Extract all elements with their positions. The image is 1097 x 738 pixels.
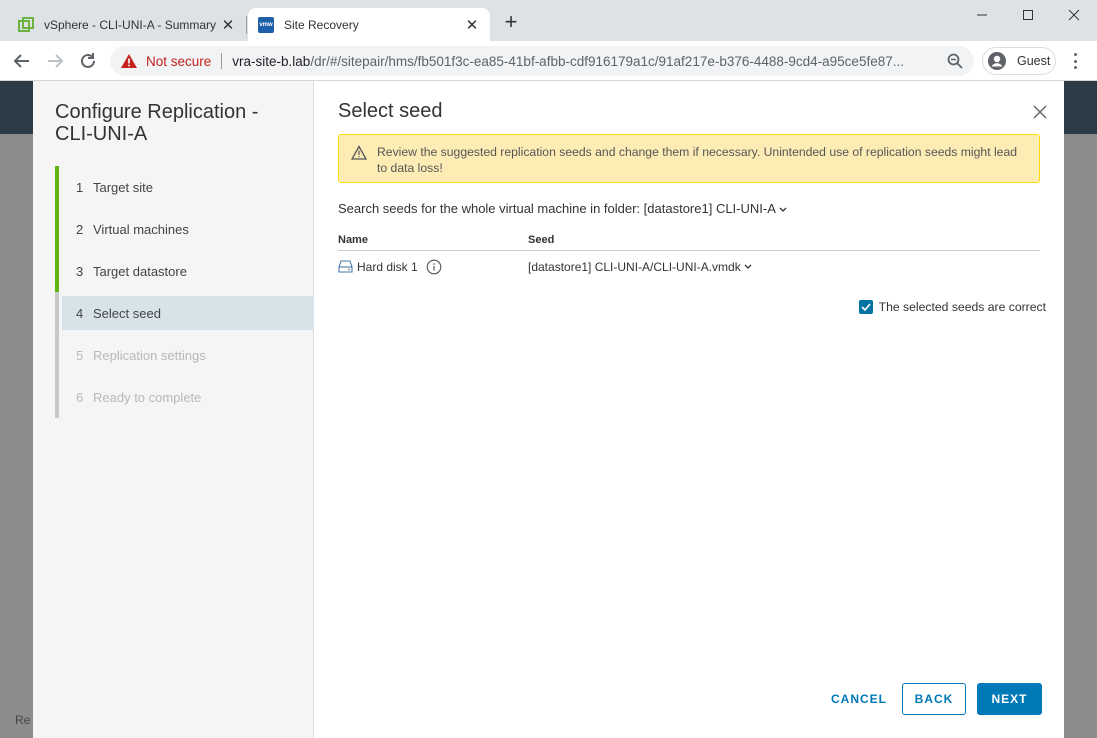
background-partial-text: Re <box>15 713 31 727</box>
search-prefix: Search seeds for the whole virtual machi… <box>338 201 641 216</box>
tab-site-recovery[interactable]: vmw Site Recovery ✕ <box>248 8 490 41</box>
not-secure-label[interactable]: Not secure <box>146 54 211 69</box>
back-arrow-icon[interactable] <box>10 49 34 73</box>
column-header-name: Name <box>338 233 368 246</box>
checkbox-label: The selected seeds are correct <box>878 300 1046 314</box>
wizard-title: Configure Replication - CLI-UNI-A <box>55 101 259 145</box>
next-button[interactable]: NEXT <box>977 683 1042 715</box>
wizard-sidebar: Configure Replication - CLI-UNI-A 1 Targ… <box>33 81 314 738</box>
page-title: Select seed <box>338 100 443 122</box>
browser-toolbar: Not secure vra-site-b.lab /dr/#/sitepair… <box>0 41 1097 81</box>
back-button[interactable]: BACK <box>902 683 966 715</box>
address-bar[interactable]: Not secure vra-site-b.lab /dr/#/sitepair… <box>110 46 974 76</box>
step-target-datastore[interactable]: 3 Target datastore <box>55 250 314 292</box>
table-row: Hard disk 1 [datastore1] CLI-UNI-A/CLI-U… <box>338 251 1040 282</box>
seeds-table: Name Seed Hard disk 1 [datastore1] CLI-U… <box>338 229 1040 282</box>
seeds-correct-checkbox-row[interactable]: The selected seeds are correct <box>846 300 1046 314</box>
alert-text: Review the suggested replication seeds a… <box>377 145 1018 175</box>
column-header-seed: Seed <box>528 233 555 246</box>
window-close-icon[interactable] <box>1051 0 1097 30</box>
step-select-seed[interactable]: 4 Select seed <box>55 292 314 334</box>
seed-value: [datastore1] CLI-UNI-A/CLI-UNI-A.vmdk <box>528 259 741 274</box>
close-tab-icon[interactable]: ✕ <box>464 16 480 34</box>
tab-separator <box>246 16 247 34</box>
folder-dropdown-label: [datastore1] CLI-UNI-A <box>643 201 776 216</box>
forward-arrow-icon[interactable] <box>43 49 67 73</box>
browser-tabstrip: vSphere - CLI-UNI-A - Summary ✕ vmw Site… <box>0 0 1097 41</box>
step-label: Target site <box>93 179 153 195</box>
configure-replication-dialog: Configure Replication - CLI-UNI-A 1 Targ… <box>33 81 1064 738</box>
close-dialog-icon[interactable] <box>1032 104 1048 120</box>
checkmark-icon <box>861 303 871 311</box>
seed-dropdown[interactable]: [datastore1] CLI-UNI-A/CLI-UNI-A.vmdk <box>528 260 1040 274</box>
minimize-icon[interactable] <box>959 0 1005 30</box>
profile-button[interactable]: Guest <box>982 47 1056 75</box>
profile-label: Guest <box>1017 54 1051 68</box>
step-ready-to-complete: 6 Ready to complete <box>55 376 314 418</box>
maximize-icon[interactable] <box>1005 0 1051 30</box>
step-number: 2 <box>76 221 84 237</box>
vsphere-favicon-icon <box>18 16 34 33</box>
favicon-text: vmw <box>259 21 273 28</box>
divider <box>221 53 223 69</box>
table-header: Name Seed <box>338 229 1040 251</box>
cancel-button[interactable]: CANCEL <box>819 683 899 715</box>
warning-icon <box>351 145 367 160</box>
step-label: Target datastore <box>93 263 187 279</box>
new-tab-icon[interactable]: + <box>500 11 522 34</box>
chevron-down-icon <box>744 264 752 269</box>
zoom-magnifier-icon[interactable] <box>946 52 964 70</box>
step-label: Replication settings <box>93 347 206 363</box>
seeds-correct-checkbox[interactable] <box>858 300 873 314</box>
hard-disk-icon <box>338 260 353 273</box>
url-path: /dr/#/sitepair/hms/fb501f3c-ea85-41bf-af… <box>310 53 904 69</box>
step-label: Select seed <box>93 305 161 321</box>
step-label: Virtual machines <box>93 221 189 237</box>
info-icon[interactable] <box>426 259 442 275</box>
tab-label: Site Recovery <box>284 17 359 32</box>
step-target-site[interactable]: 1 Target site <box>55 166 314 208</box>
wizard-content: Select seed Review the suggested replica… <box>314 81 1064 738</box>
step-number: 6 <box>76 389 84 405</box>
reload-icon[interactable] <box>76 49 100 73</box>
step-replication-settings: 5 Replication settings <box>55 334 314 376</box>
tab-label: vSphere - CLI-UNI-A - Summary <box>44 17 217 32</box>
disk-name-cell: Hard disk 1 <box>338 259 528 275</box>
warning-alert: Review the suggested replication seeds a… <box>338 134 1040 183</box>
step-number: 4 <box>76 305 84 321</box>
disk-name: Hard disk 1 <box>357 259 418 274</box>
close-tab-icon[interactable]: ✕ <box>220 16 236 34</box>
search-seeds-line: Search seeds for the whole virtual machi… <box>338 201 787 216</box>
step-label: Ready to complete <box>93 389 202 405</box>
tab-vsphere[interactable]: vSphere - CLI-UNI-A - Summary ✕ <box>8 8 246 41</box>
chevron-down-icon <box>779 207 787 212</box>
warning-triangle-icon <box>121 54 137 68</box>
step-virtual-machines[interactable]: 2 Virtual machines <box>55 208 314 250</box>
step-number: 3 <box>76 263 84 279</box>
browser-menu-icon[interactable] <box>1066 51 1084 71</box>
step-number: 1 <box>76 179 84 195</box>
url-host: vra-site-b.lab <box>232 53 311 69</box>
step-number: 5 <box>76 347 84 363</box>
folder-dropdown[interactable]: [datastore1] CLI-UNI-A <box>644 201 787 216</box>
vmware-favicon-icon: vmw <box>258 16 274 33</box>
avatar-icon <box>988 52 1006 70</box>
wizard-steps: 1 Target site 2 Virtual machines 3 Targe… <box>55 166 314 418</box>
